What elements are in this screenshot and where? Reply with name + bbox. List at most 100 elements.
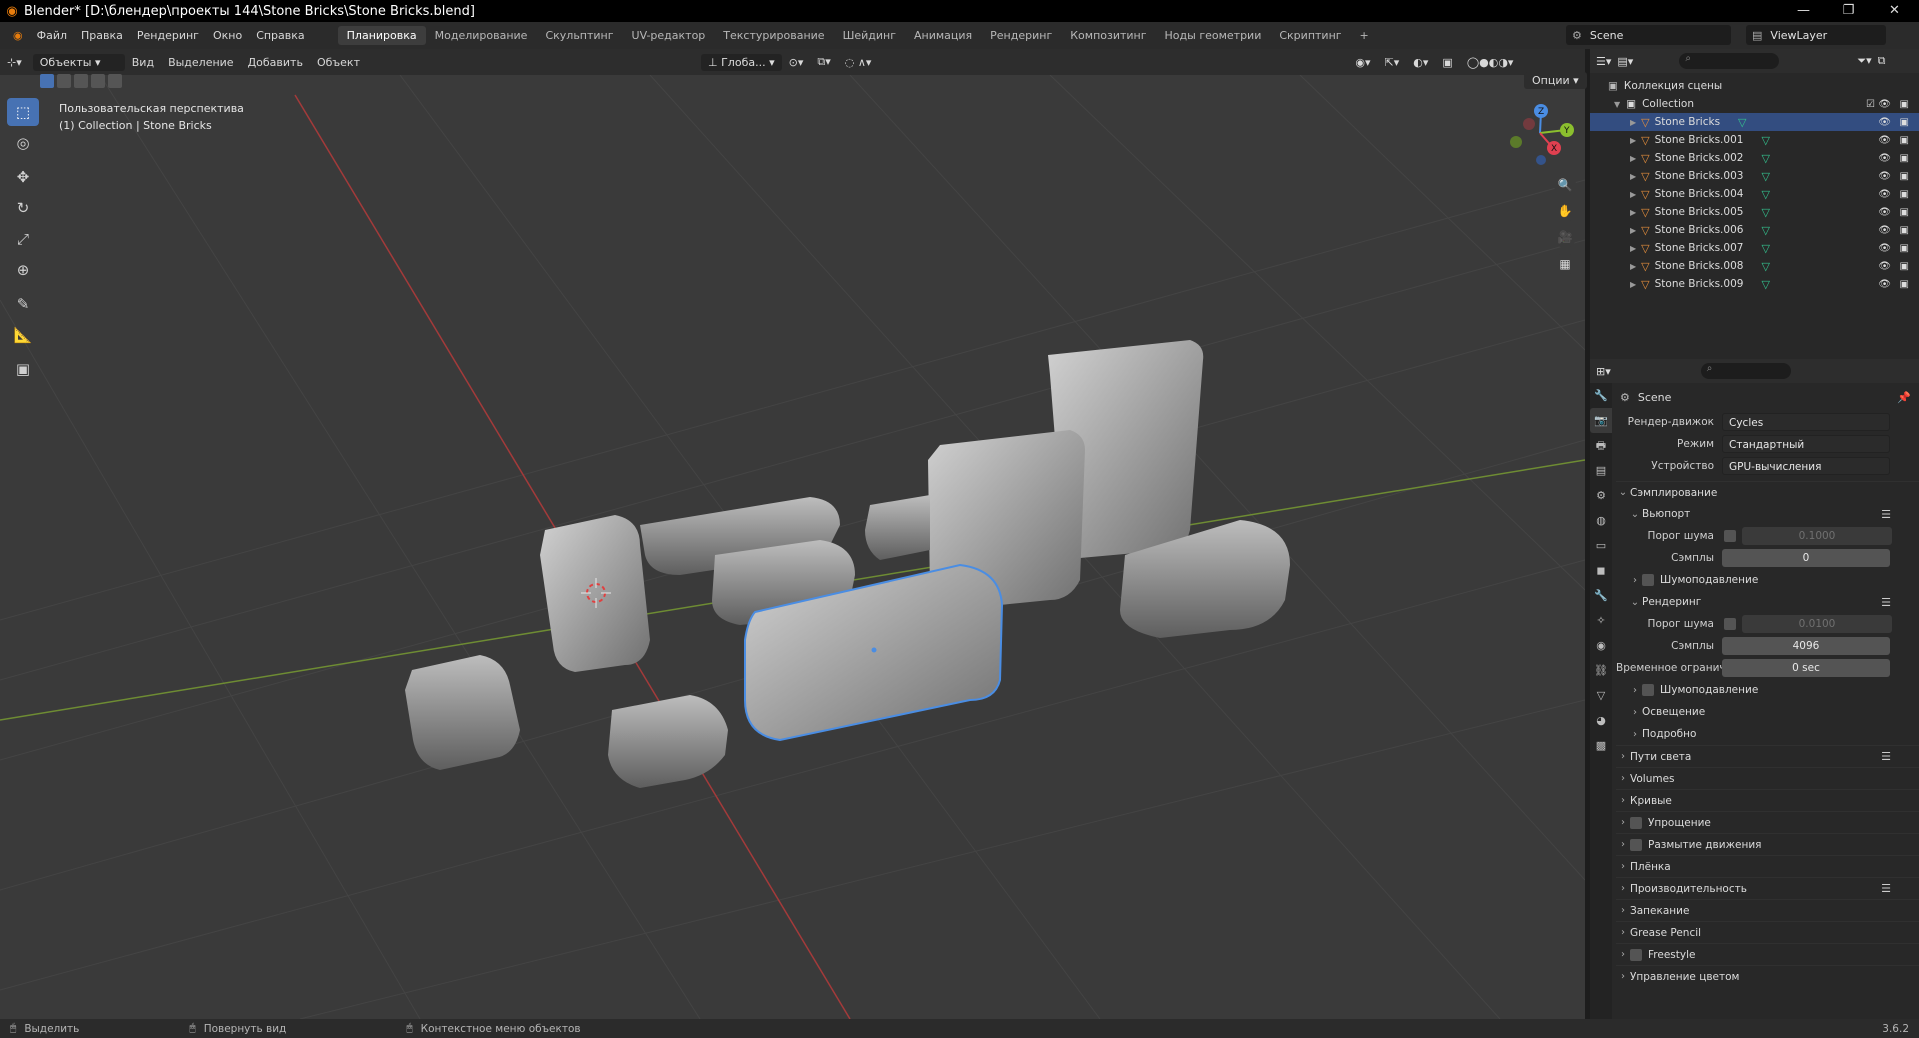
expand-arrow-icon[interactable]: ▶ <box>1630 154 1636 163</box>
menu-window[interactable]: Окно <box>206 29 249 42</box>
time-limit-field[interactable]: 0 sec <box>1722 659 1890 677</box>
menu-select[interactable]: Выделение <box>161 56 241 69</box>
render-camera-icon[interactable]: ▣ <box>1900 171 1909 182</box>
render-camera-icon[interactable]: ▣ <box>1900 243 1909 254</box>
expand-arrow-icon[interactable]: ▶ <box>1630 208 1636 217</box>
tab-rendering[interactable]: Рендеринг <box>981 26 1061 45</box>
sampling-panel-header[interactable]: ⌄ Сэмплирование <box>1616 481 1919 503</box>
eye-icon[interactable]: 👁 <box>1878 117 1891 128</box>
expand-arrow-icon[interactable]: ▶ <box>1630 172 1636 181</box>
output-tab-icon[interactable]: 🖶 <box>1590 433 1612 458</box>
panel-checkbox[interactable] <box>1630 816 1642 829</box>
presets-list-icon[interactable]: ☰ <box>1881 750 1891 763</box>
rotate-icon[interactable]: ↻ <box>7 194 39 222</box>
brick-upright-left[interactable] <box>540 515 650 672</box>
object-tab-icon[interactable]: ◼ <box>1590 558 1612 583</box>
expand-arrow-icon[interactable]: ▼ <box>1614 100 1620 109</box>
mesh-data-icon[interactable]: ▽ <box>1761 134 1769 147</box>
eye-icon[interactable]: 👁 <box>1878 225 1891 236</box>
tab-modeling[interactable]: Моделирование <box>426 26 537 45</box>
display-mode-icon[interactable]: ▤▾ <box>1617 55 1633 68</box>
perspective-grid-icon[interactable]: ▦ <box>1554 253 1576 275</box>
properties-panel-header[interactable]: › Пути света ☰ <box>1616 745 1919 767</box>
properties-search-input[interactable]: ⌕ <box>1700 363 1791 379</box>
render-tab-icon[interactable]: 📷 <box>1590 408 1612 433</box>
mesh-data-icon[interactable]: ▽ <box>1738 116 1746 129</box>
outliner-object-row[interactable]: ▶ ▽ Stone Bricks.006 ▽ 👁 ▣ <box>1590 221 1919 239</box>
navigation-gizmo[interactable]: Z Y X <box>1510 104 1574 165</box>
select-mode-new-icon[interactable] <box>40 74 54 88</box>
options-dropdown[interactable]: Опции ▾ <box>1524 72 1587 89</box>
brick-back-small[interactable] <box>865 495 930 560</box>
shading-modes-icon[interactable]: ◯●◐◑▾ <box>1460 56 1521 69</box>
brick-front-left[interactable] <box>405 655 520 770</box>
restore-icon[interactable]: ❐ <box>1826 0 1871 22</box>
properties-panel-header[interactable]: › Volumes <box>1616 767 1919 789</box>
properties-panel-header[interactable]: › Кривые <box>1616 789 1919 811</box>
scale-icon[interactable]: ⤢ <box>7 225 39 253</box>
properties-panel-header[interactable]: › Управление цветом <box>1616 965 1919 987</box>
eye-icon[interactable]: 👁 <box>1878 189 1891 200</box>
noise-threshold-checkbox[interactable] <box>1724 530 1736 542</box>
outliner-object-row[interactable]: ▶ ▽ Stone Bricks.009 ▽ 👁 ▣ <box>1590 275 1919 293</box>
render-camera-icon[interactable]: ▣ <box>1900 225 1909 236</box>
tab-layout[interactable]: Планировка <box>337 26 426 45</box>
menu-render[interactable]: Рендеринг <box>130 29 206 42</box>
tab-texture-paint[interactable]: Текстурирование <box>714 26 833 45</box>
viewport-samples-field[interactable]: 0 <box>1722 549 1890 567</box>
pivot-icon[interactable]: ⊙▾ <box>782 56 811 69</box>
world-tab-icon[interactable]: ◍ <box>1590 508 1612 533</box>
tab-animation[interactable]: Анимация <box>905 26 981 45</box>
mode-dropdown[interactable]: Объекты ▾ <box>32 53 125 71</box>
add-workspace-button[interactable]: + <box>1351 26 1378 45</box>
cursor-icon[interactable]: ◎ <box>7 129 39 157</box>
outliner-object-row[interactable]: ▶ ▽ Stone Bricks ▽ 👁 ▣ <box>1590 113 1919 131</box>
minimize-icon[interactable]: — <box>1781 0 1826 22</box>
viewport-noise-threshold-field[interactable]: 0.1000 <box>1742 527 1892 545</box>
menu-object[interactable]: Объект <box>310 56 367 69</box>
new-collection-icon[interactable]: ⧉ <box>1878 54 1886 68</box>
proportional-edit-icon[interactable]: ◌ ∧▾ <box>838 56 879 69</box>
expand-arrow-icon[interactable]: ▶ <box>1630 244 1636 253</box>
3d-viewport[interactable]: Z Y X <box>0 75 1585 1019</box>
snap-icon[interactable]: ⧉▾ <box>810 55 837 69</box>
mesh-data-icon[interactable]: ▽ <box>1761 260 1769 273</box>
render-camera-icon[interactable]: ▣ <box>1900 261 1909 272</box>
panel-checkbox[interactable] <box>1630 838 1642 851</box>
properties-panel-header[interactable]: › Freestyle <box>1616 943 1919 965</box>
transform-icon[interactable]: ⊕ <box>7 256 39 284</box>
eye-icon[interactable]: 👁 <box>1878 135 1891 146</box>
eye-icon[interactable]: 👁 <box>1878 243 1891 254</box>
material-tab-icon[interactable]: ◕ <box>1590 708 1612 733</box>
visibility-icon[interactable]: ◉▾ <box>1348 56 1377 69</box>
eye-icon[interactable]: 👁 <box>1878 261 1891 272</box>
denoise-checkbox[interactable] <box>1642 574 1654 586</box>
outliner-object-row[interactable]: ▶ ▽ Stone Bricks.001 ▽ 👁 ▣ <box>1590 131 1919 149</box>
outliner-object-row[interactable]: ▶ ▽ Stone Bricks.004 ▽ 👁 ▣ <box>1590 185 1919 203</box>
presets-list-icon[interactable]: ☰ <box>1881 508 1891 521</box>
render-denoise-subpanel[interactable]: › Шумоподавление <box>1616 679 1919 701</box>
eye-icon[interactable]: 👁 <box>1878 279 1891 290</box>
outliner-object-row[interactable]: ▶ ▽ Stone Bricks.002 ▽ 👁 ▣ <box>1590 149 1919 167</box>
properties-panel-header[interactable]: › Grease Pencil <box>1616 921 1919 943</box>
camera-view-icon[interactable]: 🎥 <box>1554 226 1576 248</box>
properties-panel-header[interactable]: › Производительность ☰ <box>1616 877 1919 899</box>
select-mode-invert-icon[interactable] <box>91 74 105 88</box>
blender-menu-icon[interactable]: ◉ <box>6 29 30 42</box>
move-icon[interactable]: ✥ <box>7 163 39 191</box>
filter-icon[interactable]: ⏷▾ <box>1857 54 1871 68</box>
expand-arrow-icon[interactable]: ▶ <box>1630 262 1636 271</box>
tab-shading[interactable]: Шейдинг <box>834 26 905 45</box>
eye-icon[interactable]: 👁 <box>1878 207 1891 218</box>
render-camera-icon[interactable]: ▣ <box>1900 135 1909 146</box>
xray-icon[interactable]: ▣ <box>1435 56 1459 69</box>
view-layer-tab-icon[interactable]: ▤ <box>1590 458 1612 483</box>
collection-tab-icon[interactable]: ▭ <box>1590 533 1612 558</box>
pin-icon[interactable]: 📌 <box>1897 391 1911 404</box>
eye-icon[interactable]: 👁 <box>1878 99 1891 110</box>
mesh-data-icon[interactable]: ▽ <box>1761 152 1769 165</box>
mesh-data-icon[interactable]: ▽ <box>1761 188 1769 201</box>
render-noise-threshold-field[interactable]: 0.0100 <box>1742 615 1892 633</box>
tab-scripting[interactable]: Скриптинг <box>1270 26 1350 45</box>
render-camera-icon[interactable]: ▣ <box>1900 189 1909 200</box>
